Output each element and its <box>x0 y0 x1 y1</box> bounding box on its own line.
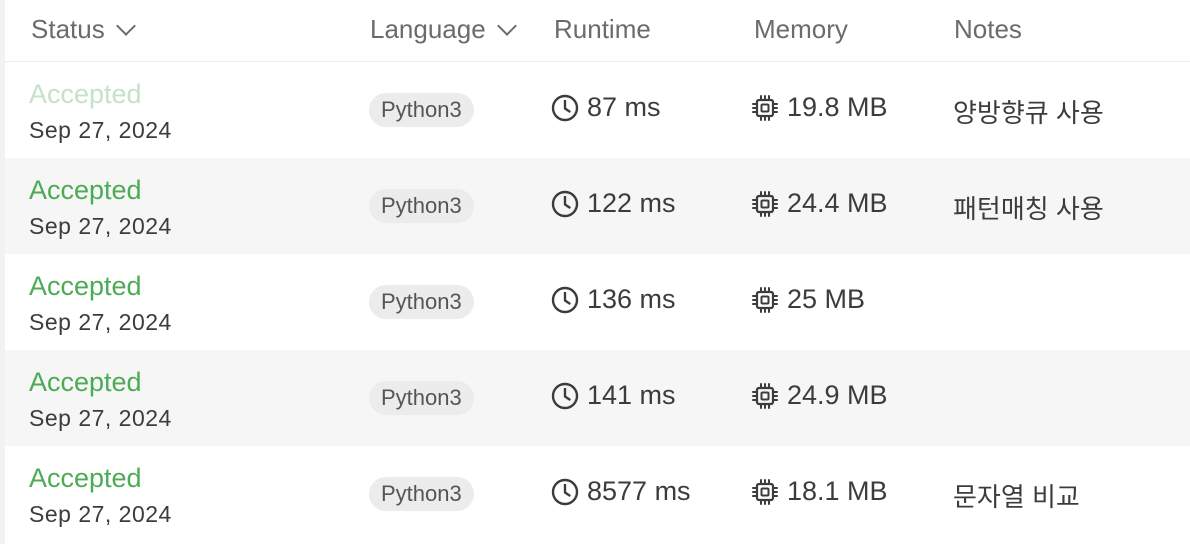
status-label[interactable]: Accepted <box>29 175 142 205</box>
memory-cell: 18.1 MB <box>751 476 888 507</box>
table-row[interactable]: Accepted Sep 27, 2024 Python3 136 ms 25 … <box>5 254 1190 350</box>
language-badge: Python3 <box>369 381 474 415</box>
runtime-column-header: Runtime <box>554 14 651 44</box>
table-row[interactable]: Accepted Sep 27, 2024 Python3 141 ms 24.… <box>5 350 1190 446</box>
memory-value: 24.4 MB <box>787 188 888 218</box>
memory-value: 25 MB <box>787 284 866 314</box>
chevron-down-icon <box>496 15 517 36</box>
submission-date: Sep 27, 2024 <box>29 405 172 431</box>
status-label[interactable]: Accepted <box>29 463 142 493</box>
chip-icon <box>752 478 778 505</box>
status-column-header: Status <box>31 14 105 44</box>
submission-date: Sep 27, 2024 <box>29 309 172 335</box>
memory-value: 18.1 MB <box>787 476 888 506</box>
table-row[interactable]: Accepted Sep 27, 2024 Python3 87 ms 19.8… <box>5 62 1190 158</box>
chip-icon <box>752 286 778 313</box>
clock-icon <box>551 94 579 121</box>
table-body: Accepted Sep 27, 2024 Python3 87 ms 19.8… <box>5 62 1190 542</box>
memory-cell: 24.9 MB <box>751 380 888 411</box>
chip-icon <box>752 190 778 217</box>
memory-cell: 19.8 MB <box>751 92 888 123</box>
clock-icon <box>551 190 579 217</box>
table-row[interactable]: Accepted Sep 27, 2024 Python3 122 ms 24.… <box>5 158 1190 254</box>
memory-column-header: Memory <box>754 14 848 44</box>
clock-icon <box>551 478 579 505</box>
runtime-cell: 87 ms <box>551 92 661 123</box>
runtime-value: 122 ms <box>587 188 676 218</box>
notes-column-header: Notes <box>954 14 1022 44</box>
clock-icon <box>551 382 579 409</box>
runtime-value: 8577 ms <box>587 476 691 506</box>
notes-text[interactable]: 패턴매칭 사용 <box>953 189 1104 226</box>
language-filter[interactable]: Language <box>370 14 517 45</box>
submissions-table: Status Language Runtime Memory Notes Acc… <box>5 0 1190 544</box>
notes-text[interactable]: 문자열 비교 <box>953 477 1080 514</box>
clock-icon <box>551 286 579 313</box>
memory-value: 19.8 MB <box>787 92 888 122</box>
submission-date: Sep 27, 2024 <box>29 213 172 239</box>
runtime-cell: 136 ms <box>551 284 676 315</box>
status-filter[interactable]: Status <box>31 14 136 45</box>
chip-icon <box>752 382 778 409</box>
runtime-cell: 8577 ms <box>551 476 691 507</box>
submission-date: Sep 27, 2024 <box>29 501 172 527</box>
runtime-cell: 122 ms <box>551 188 676 219</box>
status-label[interactable]: Accepted <box>29 79 142 109</box>
submission-date: Sep 27, 2024 <box>29 117 172 143</box>
language-badge: Python3 <box>369 93 474 127</box>
status-label[interactable]: Accepted <box>29 271 142 301</box>
status-label[interactable]: Accepted <box>29 367 142 397</box>
runtime-value: 141 ms <box>587 380 676 410</box>
memory-cell: 24.4 MB <box>751 188 888 219</box>
memory-value: 24.9 MB <box>787 380 888 410</box>
language-badge: Python3 <box>369 189 474 223</box>
language-column-header: Language <box>370 14 486 44</box>
language-badge: Python3 <box>369 285 474 319</box>
chip-icon <box>752 94 778 121</box>
runtime-cell: 141 ms <box>551 380 676 411</box>
table-header: Status Language Runtime Memory Notes <box>5 0 1190 62</box>
runtime-value: 87 ms <box>587 92 661 122</box>
runtime-value: 136 ms <box>587 284 676 314</box>
chevron-down-icon <box>115 15 136 36</box>
notes-text[interactable]: 양방향큐 사용 <box>953 93 1104 130</box>
table-row[interactable]: Accepted Sep 27, 2024 Python3 8577 ms 18… <box>5 446 1190 542</box>
memory-cell: 25 MB <box>751 284 865 315</box>
language-badge: Python3 <box>369 477 474 511</box>
